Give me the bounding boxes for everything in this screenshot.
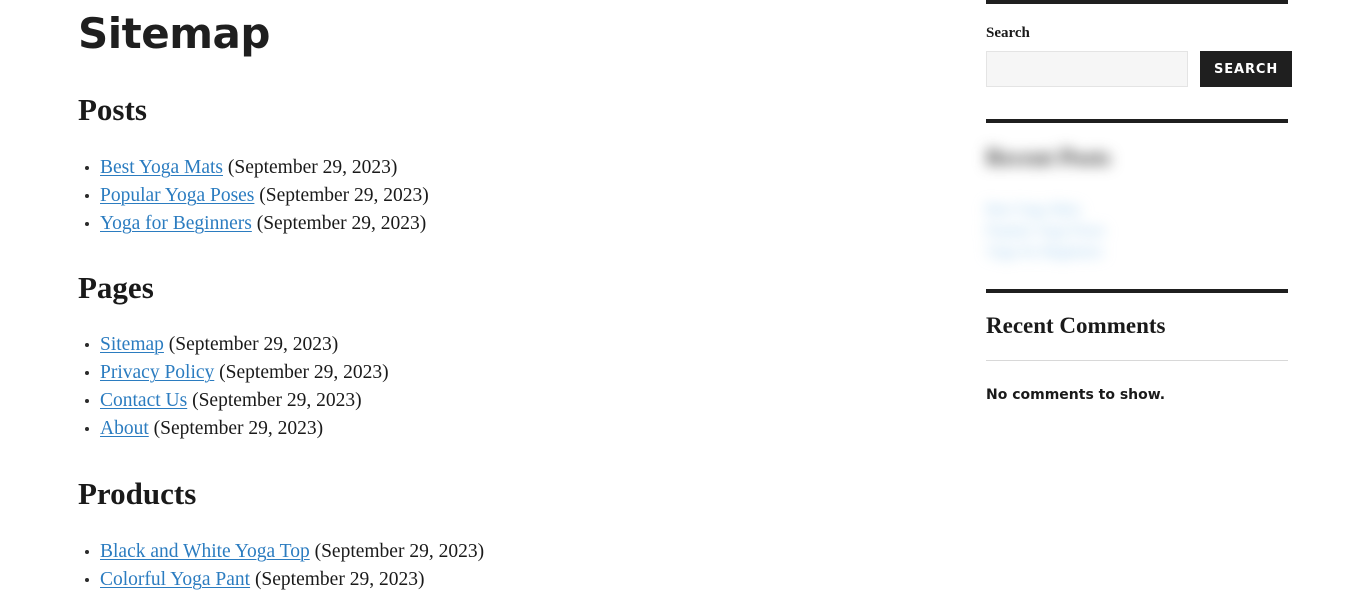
recent-posts-heading: Recent Posts (986, 145, 1111, 170)
entry-date: (September 29, 2023) (168, 334, 339, 356)
section-heading-posts: Posts (78, 92, 147, 128)
sitemap-link[interactable]: Best Yoga Mats (100, 157, 223, 178)
entry-date: (September 29, 2023) (153, 418, 324, 440)
entry-date: (September 29, 2023) (314, 541, 485, 563)
search-label: Search (986, 25, 1030, 41)
list-item: Colorful Yoga Pant (September 29, 2023) (78, 566, 778, 594)
recent-comments-heading: Recent Comments (986, 313, 1166, 338)
sidebar-divider-bottom (986, 289, 1288, 293)
recent-comments-underline (986, 360, 1288, 362)
list-item: Contact Us (September 29, 2023) (78, 387, 778, 415)
sitemap-link[interactable]: Privacy Policy (100, 362, 214, 383)
sitemap-link[interactable]: Black and White Yoga Top (100, 541, 310, 562)
recent-post-link[interactable]: Yoga for Beginners (986, 244, 1103, 260)
recent-post-link[interactable]: Popular Yoga Poses (986, 223, 1105, 239)
search-button[interactable]: SEARCH (1200, 51, 1293, 87)
list-item: About (September 29, 2023) (78, 415, 778, 443)
section-products: Products Black and White Yoga Top (Septe… (78, 476, 778, 594)
sitemap-link[interactable]: Yoga for Beginners (100, 213, 252, 234)
list-item: Privacy Policy (September 29, 2023) (78, 359, 778, 387)
sitemap-list-pages: Sitemap (September 29, 2023) Privacy Pol… (78, 331, 778, 443)
entry-date: (September 29, 2023) (227, 156, 398, 178)
sidebar-divider-top (986, 0, 1288, 4)
list-item: Popular Yoga Poses (986, 221, 1136, 242)
recent-posts-list: Best Yoga Mats Popular Yoga Poses Yoga f… (986, 200, 1136, 263)
sitemap-link[interactable]: About (100, 418, 149, 439)
sitemap-link[interactable]: Colorful Yoga Pant (100, 569, 250, 590)
sidebar: Search SEARCH Recent Posts Best Yoga Mat… (986, 0, 1293, 403)
entry-date: (September 29, 2023) (192, 390, 362, 412)
sidebar-divider-middle (986, 119, 1288, 123)
main-content: Sitemap Posts Best Yoga Mats (September … (78, 0, 778, 594)
recent-post-link[interactable]: Best Yoga Mats (986, 202, 1081, 218)
entry-date: (September 29, 2023) (219, 362, 389, 384)
list-item: Yoga for Beginners (September 29, 2023) (78, 210, 778, 238)
search-input[interactable] (986, 51, 1188, 87)
list-item: Yoga for Beginners (986, 242, 1136, 263)
sitemap-list-posts: Best Yoga Mats (September 29, 2023) Popu… (78, 154, 778, 238)
section-heading-products: Products (78, 476, 197, 512)
section-posts: Posts Best Yoga Mats (September 29, 2023… (78, 92, 778, 238)
widget-recent-comments: Recent Comments No comments to show. (986, 313, 1288, 403)
entry-date: (September 29, 2023) (259, 184, 429, 206)
widget-search: Search SEARCH (986, 25, 1293, 87)
sitemap-link[interactable]: Contact Us (100, 390, 187, 411)
list-item: Best Yoga Mats (986, 200, 1136, 221)
widget-recent-posts: Recent Posts Best Yoga Mats Popular Yoga… (986, 145, 1288, 289)
list-item: Sitemap (September 29, 2023) (78, 331, 778, 359)
list-item: Black and White Yoga Top (September 29, … (78, 538, 778, 566)
list-item: Popular Yoga Poses (September 29, 2023) (78, 182, 778, 210)
sitemap-list-products: Black and White Yoga Top (September 29, … (78, 538, 778, 594)
recent-comments-empty-text: No comments to show. (986, 387, 1166, 404)
search-row: SEARCH (986, 51, 1293, 87)
sitemap-link[interactable]: Popular Yoga Poses (100, 185, 254, 206)
list-item: Best Yoga Mats (September 29, 2023) (78, 154, 778, 182)
entry-date: (September 29, 2023) (256, 212, 427, 234)
section-pages: Pages Sitemap (September 29, 2023) Priva… (78, 270, 778, 444)
sitemap-link[interactable]: Sitemap (100, 334, 164, 355)
page-title: Sitemap (78, 9, 270, 58)
entry-date: (September 29, 2023) (254, 569, 425, 591)
section-heading-pages: Pages (78, 269, 154, 305)
